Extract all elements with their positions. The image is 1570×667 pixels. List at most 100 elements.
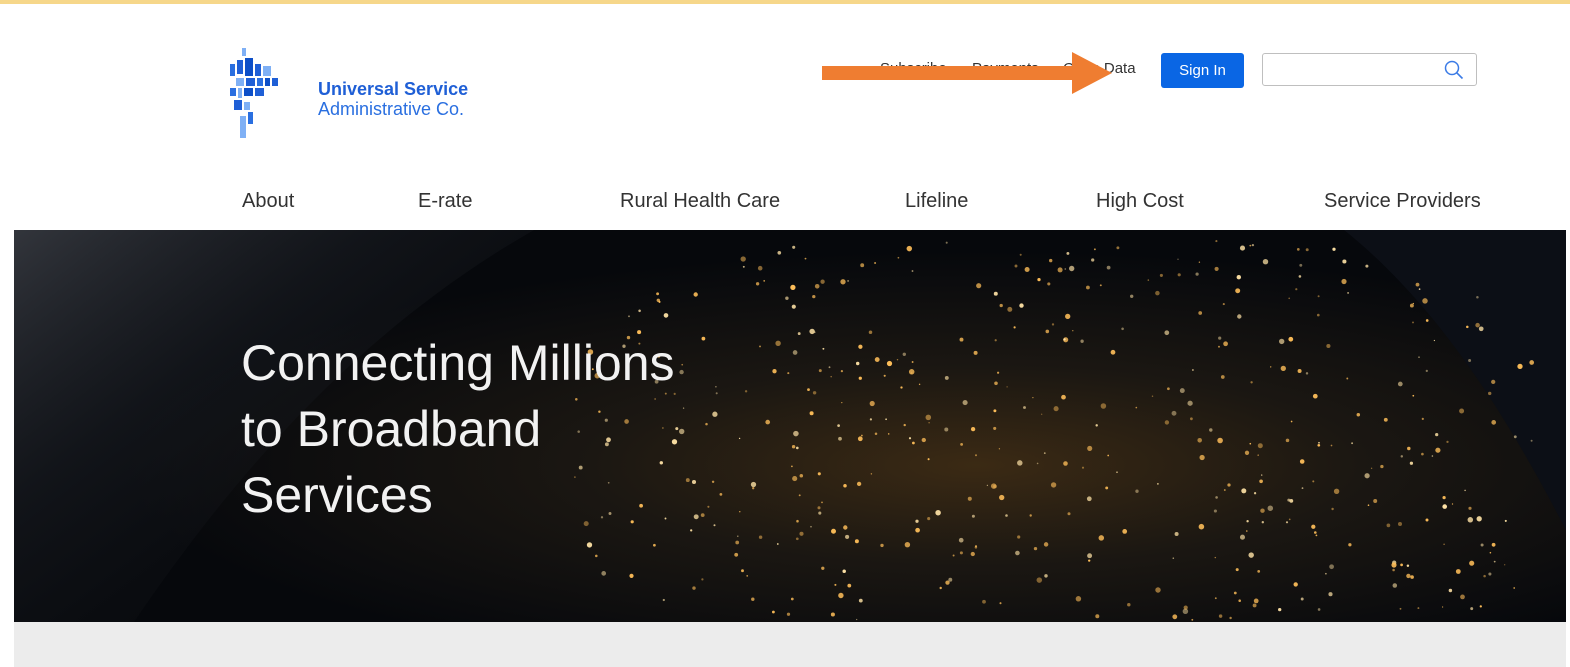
nav-about[interactable]: About [242, 190, 294, 213]
city-light [1095, 424, 1098, 427]
city-light [1305, 372, 1309, 375]
city-light [1530, 439, 1533, 442]
city-light [1488, 572, 1492, 576]
city-light [858, 598, 863, 603]
city-light [1091, 258, 1095, 262]
city-light [1315, 534, 1318, 537]
city-light [856, 481, 862, 487]
city-light [821, 566, 825, 570]
city-light [1290, 420, 1293, 423]
city-light [999, 494, 1005, 501]
city-light [1317, 608, 1321, 611]
city-light [1167, 387, 1170, 391]
nav-lifeline[interactable]: Lifeline [905, 190, 968, 213]
city-light [1019, 303, 1024, 308]
city-light [1066, 251, 1070, 255]
city-light [586, 542, 593, 548]
city-light [834, 583, 837, 586]
city-light [1468, 359, 1472, 362]
city-light [841, 401, 843, 404]
city-light [662, 598, 665, 602]
search-box[interactable] [1262, 53, 1477, 86]
city-light [1299, 263, 1303, 267]
city-light [1191, 369, 1194, 371]
city-light [847, 279, 850, 282]
city-light [1475, 322, 1480, 328]
city-light [1209, 428, 1213, 432]
city-light [1332, 247, 1336, 251]
city-light [1410, 575, 1414, 579]
nav-service-providers[interactable]: Service Providers [1324, 190, 1481, 213]
city-light [944, 375, 949, 380]
city-light [1421, 452, 1424, 456]
city-light [962, 400, 968, 406]
city-light [701, 578, 704, 581]
city-light [1220, 375, 1225, 379]
sign-in-button[interactable]: Sign In [1161, 53, 1244, 88]
city-light [1053, 406, 1059, 412]
city-light [1491, 379, 1496, 385]
city-light [1295, 288, 1298, 291]
nav-rural-health-care[interactable]: Rural Health Care [620, 190, 780, 213]
city-light [1513, 435, 1517, 439]
city-light [1392, 583, 1398, 588]
search-input[interactable] [1267, 57, 1441, 83]
city-light [735, 540, 740, 545]
city-light [960, 442, 964, 446]
city-light [915, 519, 919, 523]
city-light [1380, 464, 1384, 469]
city-light [843, 483, 847, 488]
city-light [1088, 559, 1091, 562]
city-light [1177, 273, 1181, 277]
city-light [1023, 406, 1026, 409]
city-light [692, 586, 696, 590]
city-light [1425, 319, 1429, 322]
city-light [1418, 356, 1420, 358]
city-light [1005, 514, 1008, 517]
city-light [1412, 302, 1414, 305]
city-light [1383, 417, 1388, 422]
city-light [1172, 614, 1178, 620]
city-light [1460, 594, 1465, 600]
city-light [1261, 474, 1263, 476]
city-light [858, 344, 863, 349]
city-light [840, 369, 844, 373]
city-light [847, 583, 852, 588]
city-light [1435, 447, 1441, 453]
city-light [1069, 265, 1075, 272]
city-light [1051, 323, 1055, 326]
city-light [1253, 492, 1257, 495]
city-light [1241, 488, 1247, 494]
city-light [908, 369, 915, 375]
city-light [1214, 556, 1217, 559]
city-light [1217, 437, 1223, 444]
city-light [1425, 518, 1429, 522]
city-light [1198, 311, 1203, 315]
city-light [1213, 509, 1217, 513]
city-light [1218, 614, 1223, 618]
city-light [1049, 258, 1053, 263]
city-light [1215, 496, 1218, 499]
usac-logo[interactable]: Universal Service Administrative Co. [228, 46, 498, 141]
city-light [1480, 543, 1484, 547]
city-light [1029, 514, 1032, 517]
city-light [1033, 546, 1038, 551]
city-light [1407, 446, 1411, 451]
city-light [843, 525, 848, 530]
city-light [993, 484, 997, 489]
city-light [971, 514, 975, 518]
city-light [1311, 524, 1316, 529]
city-light [1285, 438, 1290, 443]
city-light [1409, 461, 1414, 465]
city-light [1279, 338, 1285, 345]
city-light [1257, 454, 1259, 456]
city-light [1043, 542, 1049, 547]
nav-e-rate[interactable]: E-rate [418, 190, 472, 213]
search-icon[interactable] [1444, 60, 1464, 80]
city-light [595, 554, 598, 558]
nav-high-cost[interactable]: High Cost [1096, 190, 1184, 213]
city-light [1087, 553, 1093, 559]
hero-banner: Connecting Millions to Broadband Service… [14, 230, 1566, 622]
city-light [1287, 498, 1291, 502]
city-light [1171, 410, 1177, 416]
